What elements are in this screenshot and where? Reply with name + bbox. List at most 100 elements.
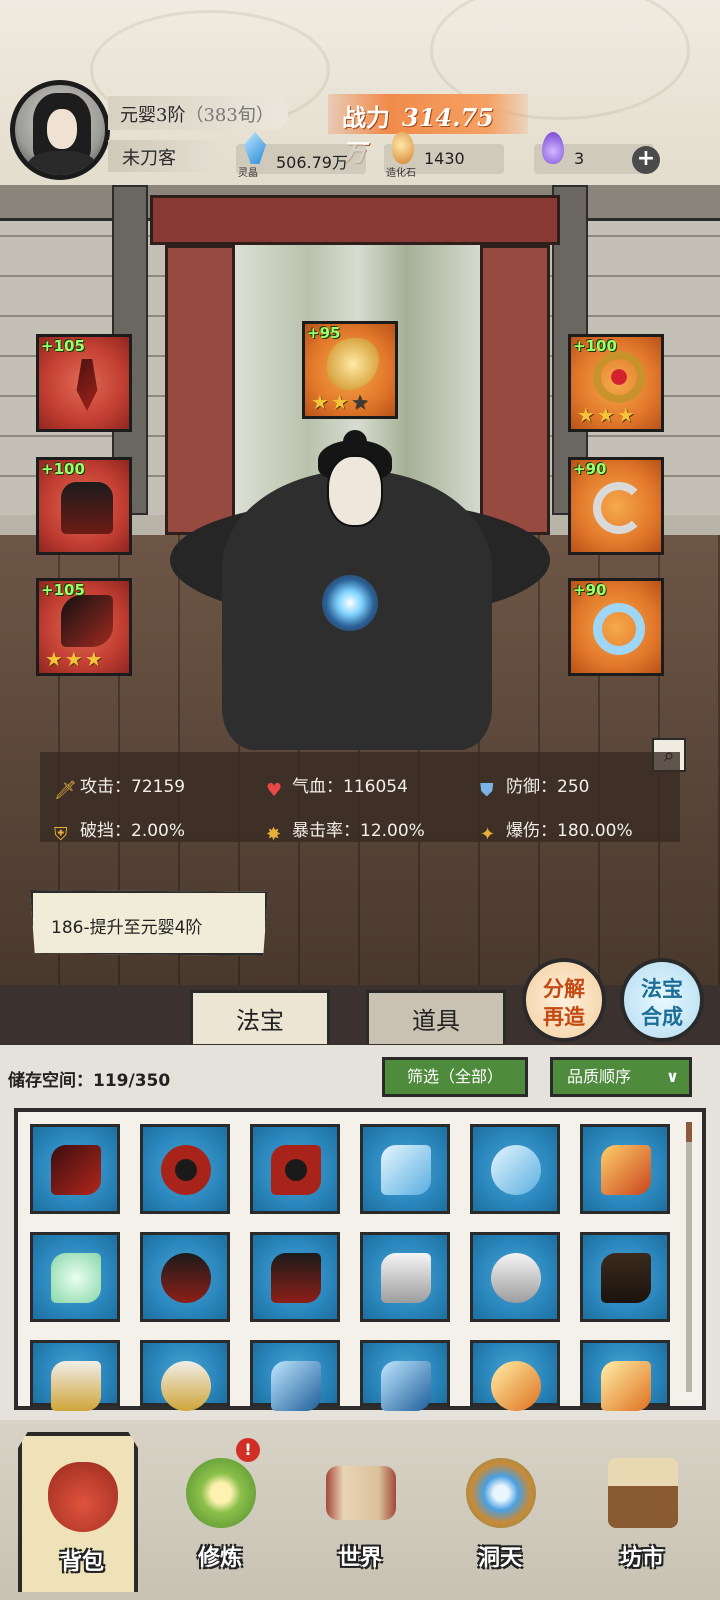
- inventory-slot[interactable]: [580, 1340, 670, 1411]
- quest-banner[interactable]: 186-提升至元婴4阶: [30, 890, 268, 956]
- sword-icon: 🗡: [54, 780, 77, 801]
- shield-icon: ⛊: [480, 780, 494, 801]
- inventory-slot[interactable]: [140, 1124, 230, 1214]
- inventory-slot[interactable]: [360, 1232, 450, 1322]
- ore-stone-icon: [392, 132, 414, 164]
- red-armor-icon: [271, 1253, 321, 1303]
- rank-text: 元婴3阶: [120, 105, 186, 126]
- player-avatar[interactable]: [10, 80, 110, 180]
- tab-items[interactable]: 道具: [366, 990, 506, 1044]
- golden-dragon-icon: [327, 338, 379, 390]
- nav-cultivate[interactable]: ! 修炼: [160, 1432, 280, 1592]
- impact-icon: ✦: [480, 824, 496, 845]
- nav-world[interactable]: 世界: [300, 1432, 420, 1592]
- blue-scale-icon: [381, 1361, 431, 1411]
- blue-bow-icon: [491, 1145, 541, 1195]
- lotus-icon: [186, 1458, 256, 1528]
- resource-spirit-crystal: 506.79万 灵晶: [236, 132, 366, 179]
- white-robe-icon: [381, 1253, 431, 1303]
- stat-attack: 🗡 攻击：72159: [54, 777, 186, 801]
- nav-bag[interactable]: 背包: [18, 1432, 138, 1592]
- filter-button[interactable]: 筛选（全部）: [382, 1057, 528, 1097]
- inventory-slot[interactable]: [470, 1124, 560, 1214]
- stat-hp: ♥ 气血：116054: [266, 777, 408, 801]
- ice-bracelet-icon: [593, 603, 645, 655]
- flame-wing-icon: [491, 1361, 541, 1411]
- rank-sub: 383旬: [203, 105, 256, 126]
- golden-ring-icon: [593, 351, 645, 403]
- character-head: [327, 455, 383, 527]
- player-name: 未刀客: [108, 140, 218, 172]
- market-icon: [608, 1458, 678, 1528]
- gold-armor-icon: [161, 1361, 211, 1411]
- jade-fan-icon: [51, 1253, 101, 1303]
- flame-wing-icon: [601, 1361, 651, 1411]
- equip-slot-boots[interactable]: +105 ★★★: [36, 578, 132, 676]
- stat-crit-damage: ✦ 爆伤：180.00%: [480, 821, 633, 845]
- inventory-slot[interactable]: [30, 1340, 120, 1411]
- inventory-slot[interactable]: [250, 1340, 340, 1411]
- bag-icon: [48, 1462, 118, 1532]
- red-armor-icon: [61, 482, 113, 534]
- heart-icon: ♥: [266, 780, 283, 801]
- equip-slot-ring[interactable]: +100 ★★★: [568, 334, 664, 432]
- resource-creation-stone: 1430 造化石: [384, 132, 504, 179]
- inventory-slot[interactable]: [360, 1124, 450, 1214]
- storage-capacity: 储存空间：119/350: [8, 1071, 171, 1091]
- equip-slot-treasure[interactable]: +95 ★★★: [302, 321, 398, 419]
- flame-axe-icon: [601, 1145, 651, 1195]
- inventory-slot[interactable]: [470, 1340, 560, 1411]
- blue-scale-icon: [271, 1361, 321, 1411]
- silver-pendant-icon: [593, 482, 645, 534]
- tab-bar: [0, 985, 720, 1045]
- equip-slot-armor[interactable]: +100: [36, 457, 132, 555]
- stat-crit-rate: ✸ 暴击率：12.00%: [266, 821, 425, 845]
- purple-flame-icon: [542, 132, 564, 164]
- notification-badge: !: [236, 1438, 260, 1462]
- red-armor-icon: [161, 1253, 211, 1303]
- dark-robe-icon: [601, 1253, 651, 1303]
- equip-slot-pendant[interactable]: +90: [568, 457, 664, 555]
- portal-icon: [466, 1458, 536, 1528]
- star-rating: ★★★: [311, 390, 371, 414]
- scrollbar-thumb[interactable]: [686, 1122, 692, 1142]
- red-boots-icon: [61, 595, 113, 647]
- star-rating: ★★★: [577, 403, 637, 427]
- red-sword-hilt-icon: [51, 1145, 101, 1195]
- cultivation-rank: 元婴3阶（383旬）: [108, 96, 288, 130]
- sort-dropdown[interactable]: 品质顺序 ∨: [550, 1057, 692, 1097]
- inventory-slot[interactable]: [360, 1340, 450, 1411]
- add-resource-button[interactable]: +: [632, 146, 660, 174]
- burst-icon: ✸: [266, 824, 282, 845]
- equip-slot-bracelet[interactable]: +90: [568, 578, 664, 676]
- synthesize-button[interactable]: 法宝 合成: [620, 958, 704, 1042]
- red-sword-hilt-icon: [76, 359, 98, 411]
- power-label: 战力: [342, 103, 390, 132]
- inventory-slot[interactable]: [580, 1124, 670, 1214]
- inventory-slot[interactable]: [580, 1232, 670, 1322]
- inventory-slot[interactable]: [250, 1124, 340, 1214]
- scroll-map-icon: [326, 1466, 396, 1520]
- red-spiked-wheel-icon: [161, 1145, 211, 1195]
- equip-slot-weapon[interactable]: +105: [36, 334, 132, 432]
- inventory-slot[interactable]: [30, 1232, 120, 1322]
- inventory-slot[interactable]: [30, 1124, 120, 1214]
- inventory-slot[interactable]: [140, 1340, 230, 1411]
- stat-pierce: ⛨ 破挡：2.00%: [54, 821, 186, 845]
- gold-armor-icon: [51, 1361, 101, 1411]
- nav-cave-heaven[interactable]: 洞天: [440, 1432, 560, 1592]
- spirit-orb: [322, 575, 378, 631]
- white-robe-icon: [491, 1253, 541, 1303]
- inventory-slot[interactable]: [470, 1232, 560, 1322]
- inventory-slot[interactable]: [250, 1232, 340, 1322]
- inventory-slot[interactable]: [140, 1232, 230, 1322]
- blue-bow-icon: [381, 1145, 431, 1195]
- scrollbar[interactable]: [686, 1122, 692, 1392]
- chevron-down-icon: ∨: [666, 1067, 679, 1086]
- broken-shield-icon: ⛨: [54, 824, 68, 845]
- star-rating: ★★★: [45, 647, 105, 671]
- nav-market[interactable]: 坊市: [582, 1432, 702, 1592]
- tab-artifacts[interactable]: 法宝: [190, 990, 330, 1044]
- stat-defense: ⛊ 防御：250: [480, 777, 590, 801]
- decompose-button[interactable]: 分解 再造: [522, 958, 606, 1042]
